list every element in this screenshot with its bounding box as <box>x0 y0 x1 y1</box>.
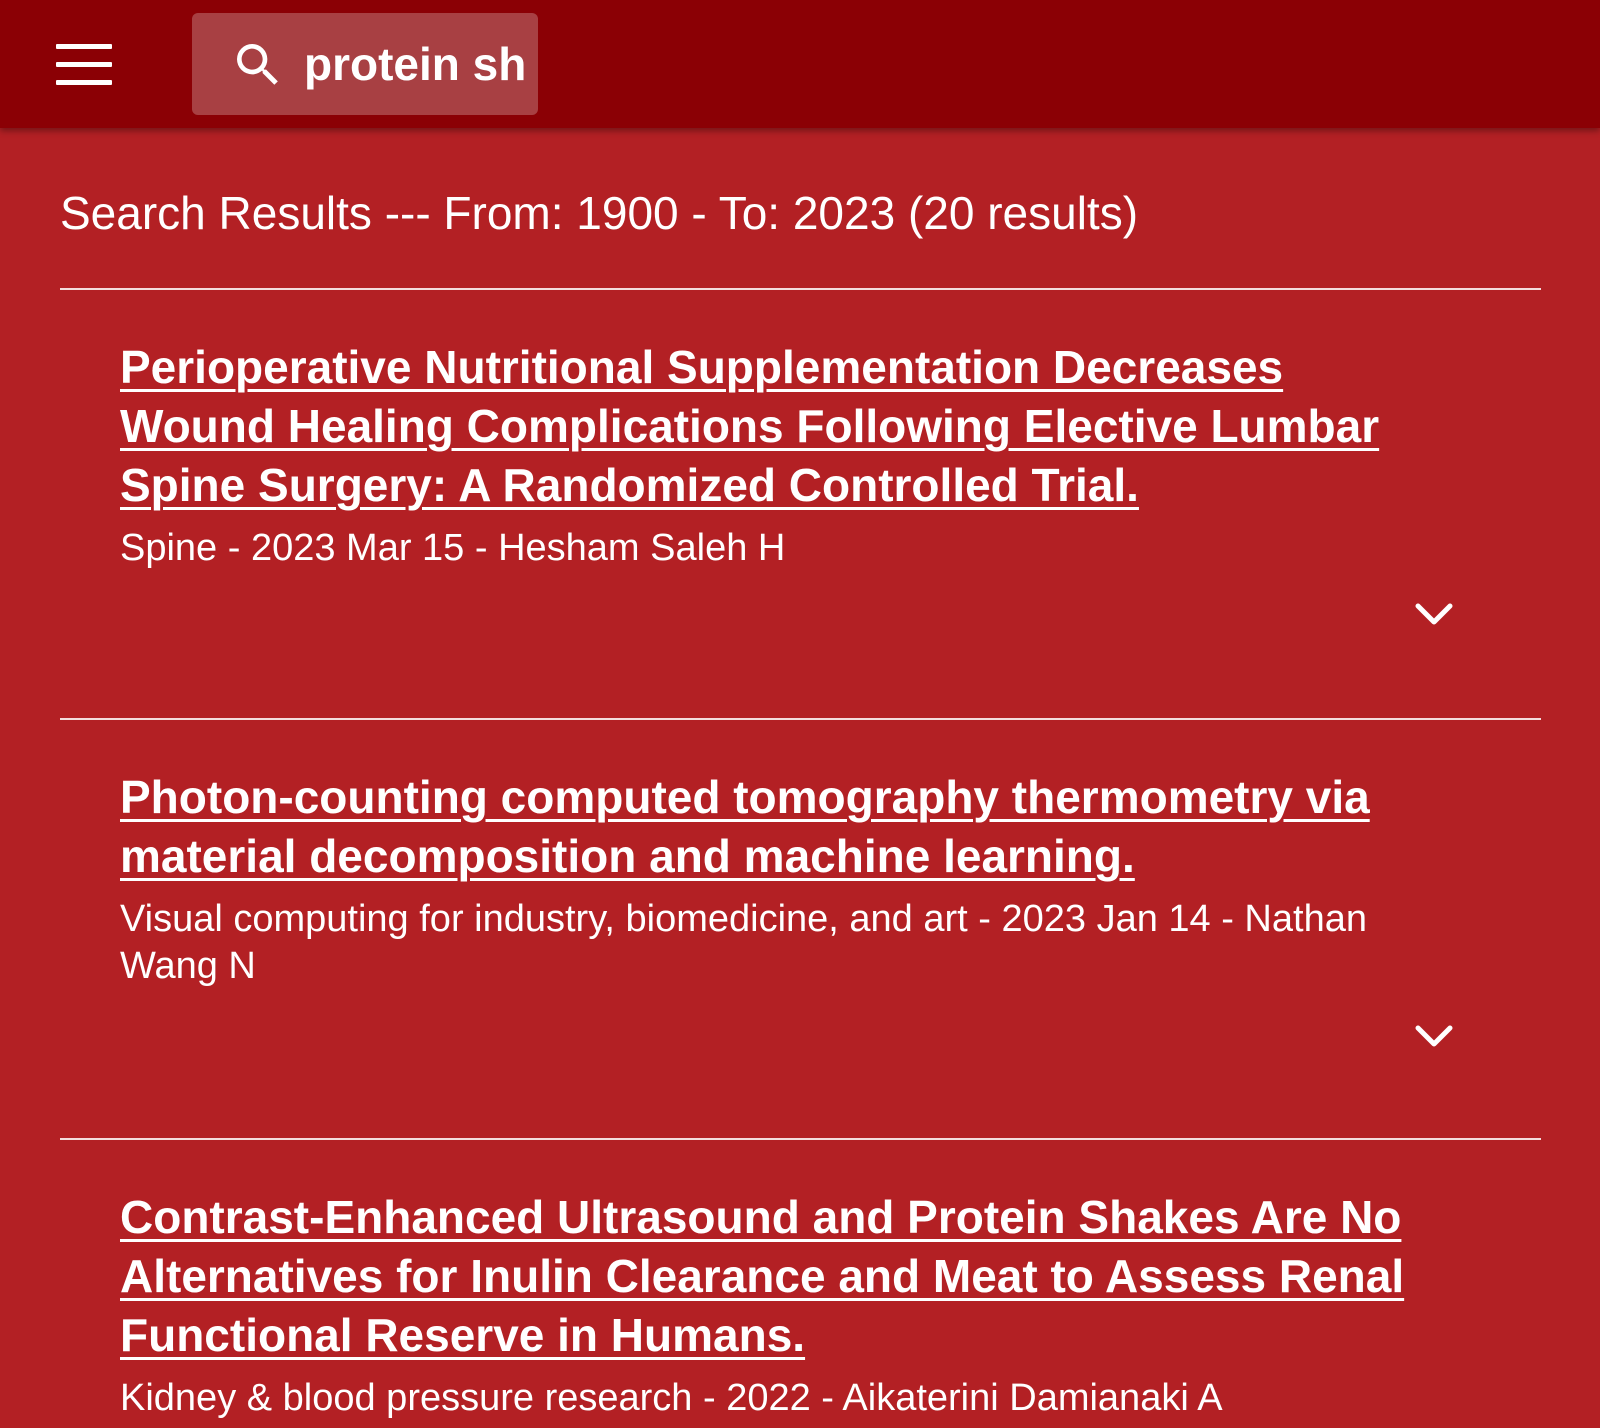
result-meta: Spine - 2023 Mar 15 - Hesham Saleh H <box>120 527 786 569</box>
divider <box>60 718 1541 720</box>
hamburger-menu-icon[interactable] <box>56 44 112 85</box>
result-item: Contrast-Enhanced Ultrasound and Protein… <box>120 1188 1450 1422</box>
result-meta: Kidney & blood pressure research - 2022 … <box>120 1377 1223 1419</box>
chevron-down-icon[interactable] <box>1412 598 1456 630</box>
results-header: Search Results --- From: 1900 - To: 2023… <box>60 187 1139 239</box>
result-title-link[interactable]: Perioperative Nutritional Supplementatio… <box>120 338 1450 515</box>
result-title-link[interactable]: Contrast-Enhanced Ultrasound and Protein… <box>120 1188 1450 1365</box>
divider <box>60 288 1541 290</box>
result-item: Perioperative Nutritional Supplementatio… <box>120 338 1450 572</box>
search-input[interactable] <box>304 31 534 97</box>
result-title-link[interactable]: Photon-counting computed tomography ther… <box>120 768 1450 886</box>
result-item: Photon-counting computed tomography ther… <box>120 768 1450 990</box>
chevron-down-icon[interactable] <box>1412 1020 1456 1052</box>
search-box[interactable] <box>192 13 538 115</box>
divider <box>60 1138 1541 1140</box>
top-app-bar <box>0 0 1600 128</box>
result-meta: Visual computing for industry, biomedici… <box>120 898 1367 987</box>
search-icon <box>237 44 278 85</box>
